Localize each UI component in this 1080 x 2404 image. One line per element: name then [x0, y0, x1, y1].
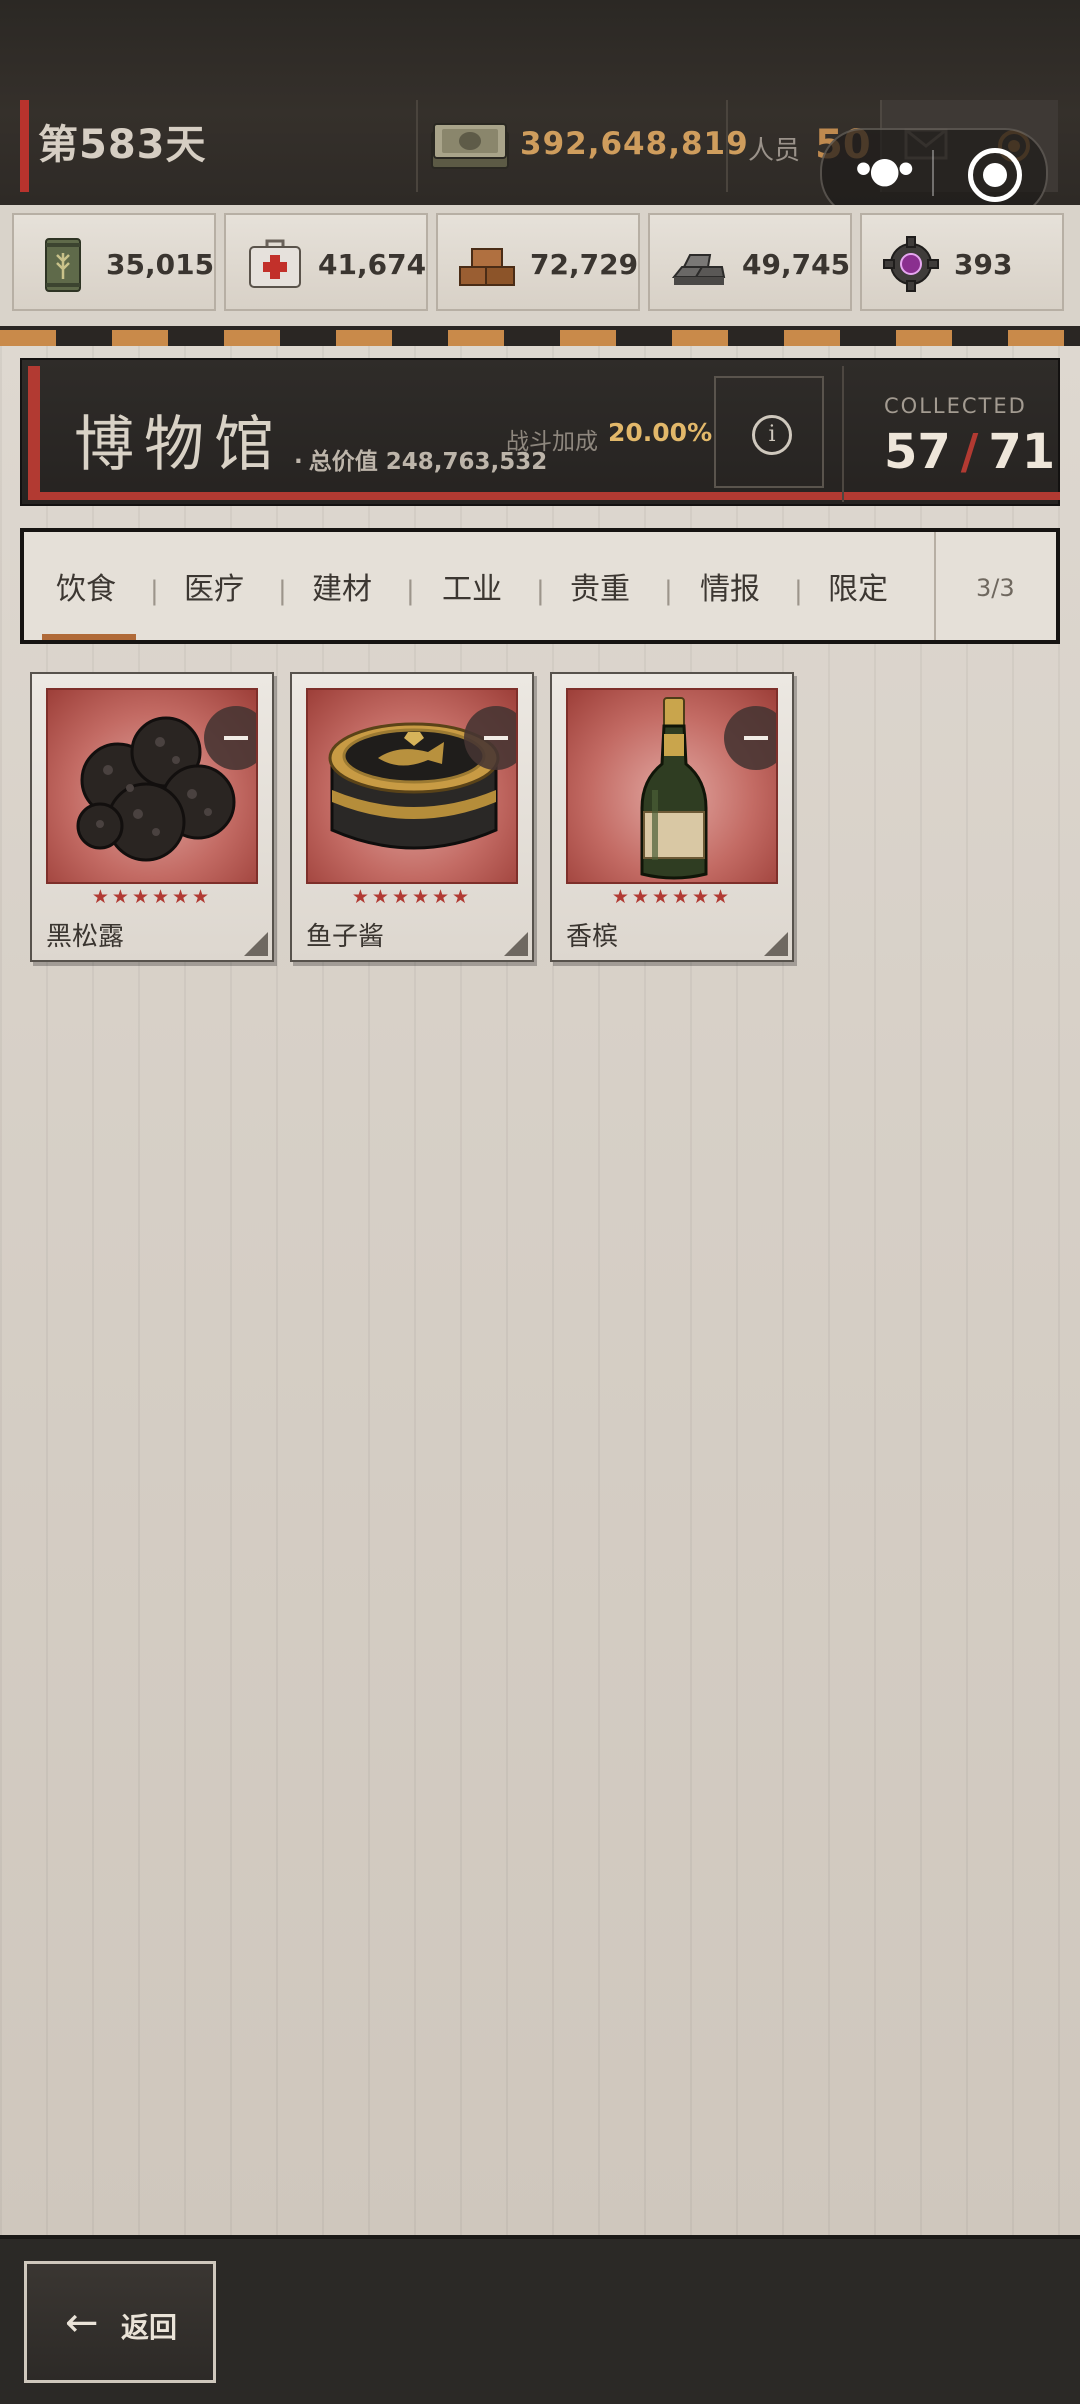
page-title: 博物馆: [74, 410, 284, 480]
item-card-truffle[interactable]: ★★★★★★ 黑松露: [30, 672, 274, 962]
tab-separator: |: [794, 576, 803, 606]
card-corner-decoration: [244, 932, 268, 956]
back-label: 返回: [121, 2311, 178, 2344]
bottom-bar: ← 返回: [0, 2235, 1080, 2404]
resource-bar: 35,015 41,674 72,729 49,745 393: [0, 205, 1080, 330]
resource-tile-medical[interactable]: 41,674: [224, 213, 428, 311]
museum-divider: [842, 366, 844, 502]
museum-panel: 博物馆 · 总价值 248,763,532 战斗加成 20.00% i COLLE…: [20, 358, 1060, 506]
cash-stack-icon: [431, 123, 509, 169]
star-rating: ★★★★★★: [91, 886, 213, 908]
card-corner-decoration: [504, 932, 528, 956]
wood-planks-icon: [459, 248, 515, 286]
resource-tile-gems[interactable]: 393: [860, 213, 1064, 311]
tab-page-divider: [934, 532, 936, 640]
day-accent-bar: [20, 100, 29, 192]
header-divider: [726, 100, 728, 192]
collected-slash: /: [960, 424, 979, 480]
tab-limited[interactable]: 限定: [828, 564, 888, 608]
item-name: 黑松露: [46, 922, 125, 952]
tab-separator: |: [406, 576, 415, 606]
top-status-bar: 第583天 392,648,819 人员 50 •●•: [0, 0, 1080, 218]
resource-value: 35,015: [106, 248, 215, 281]
total-value-dot: ·: [294, 449, 303, 475]
collected-total: 71: [988, 424, 1056, 480]
collected-current: 57: [884, 424, 951, 480]
resource-value: 41,674: [318, 248, 427, 281]
active-tab-indicator: [42, 634, 136, 640]
capsule-divider: [932, 150, 934, 196]
star-rating: ★★★★★★: [351, 886, 473, 908]
tab-intel[interactable]: 情报: [700, 564, 760, 608]
day-counter: 第583天: [38, 122, 207, 168]
grain-can-icon: [45, 238, 81, 292]
tab-page-indicator[interactable]: 3/3: [976, 574, 1015, 602]
resource-tile-grain[interactable]: 35,015: [12, 213, 216, 311]
staff-label: 人员: [748, 136, 801, 166]
collected-count: 57/71: [884, 424, 1055, 480]
back-button[interactable]: ← 返回: [24, 2261, 216, 2383]
info-button[interactable]: i: [714, 376, 824, 488]
close-target-icon[interactable]: [968, 148, 1022, 202]
resource-value: 49,745: [742, 248, 851, 281]
card-corner-decoration: [764, 932, 788, 956]
item-image: [566, 688, 778, 884]
metal-ingots-icon: [671, 254, 726, 285]
museum-accent-bar: [28, 366, 40, 498]
combat-bonus-label: 战斗加成: [506, 429, 598, 455]
collected-label: COLLECTED: [884, 394, 1027, 418]
tab-separator: |: [278, 576, 287, 606]
tab-valuables[interactable]: 贵重: [570, 564, 630, 608]
cash-amount: 392,648,819: [520, 126, 749, 162]
museum-accent-line: [28, 492, 1060, 500]
combat-bonus-value: 20.00%: [608, 418, 713, 447]
tab-separator: |: [664, 576, 673, 606]
star-rating: ★★★★★★: [611, 886, 733, 908]
item-image: [46, 688, 258, 884]
item-name: 香槟: [566, 922, 619, 952]
tab-separator: |: [536, 576, 545, 606]
info-icon: i: [752, 415, 792, 455]
item-image: [306, 688, 518, 884]
resource-tile-wood[interactable]: 72,729: [436, 213, 640, 311]
tab-industry[interactable]: 工业: [442, 564, 502, 608]
category-tabs: 饮食 | 医疗 | 建材 | 工业 | 贵重 | 情报 | 限定 3/3: [20, 528, 1060, 644]
resource-value: 72,729: [530, 248, 639, 281]
item-name: 鱼子酱: [306, 922, 385, 952]
arrow-left-icon: ←: [65, 2300, 99, 2346]
tab-food[interactable]: 饮食: [56, 564, 116, 608]
gear-gem-icon: [883, 236, 939, 292]
resource-tile-metal[interactable]: 49,745: [648, 213, 852, 311]
medkit-icon: [249, 239, 301, 288]
resource-value: 393: [954, 248, 1013, 281]
header-divider: [416, 100, 418, 192]
tab-building[interactable]: 建材: [312, 564, 372, 608]
tab-separator: |: [150, 576, 159, 606]
tab-medical[interactable]: 医疗: [184, 564, 244, 608]
item-card-caviar[interactable]: ★★★★★★ 鱼子酱: [290, 672, 534, 962]
more-dots-icon[interactable]: •●•: [852, 150, 917, 191]
item-card-champagne[interactable]: ★★★★★★ 香槟: [550, 672, 794, 962]
hazard-stripe-divider: [0, 326, 1080, 346]
